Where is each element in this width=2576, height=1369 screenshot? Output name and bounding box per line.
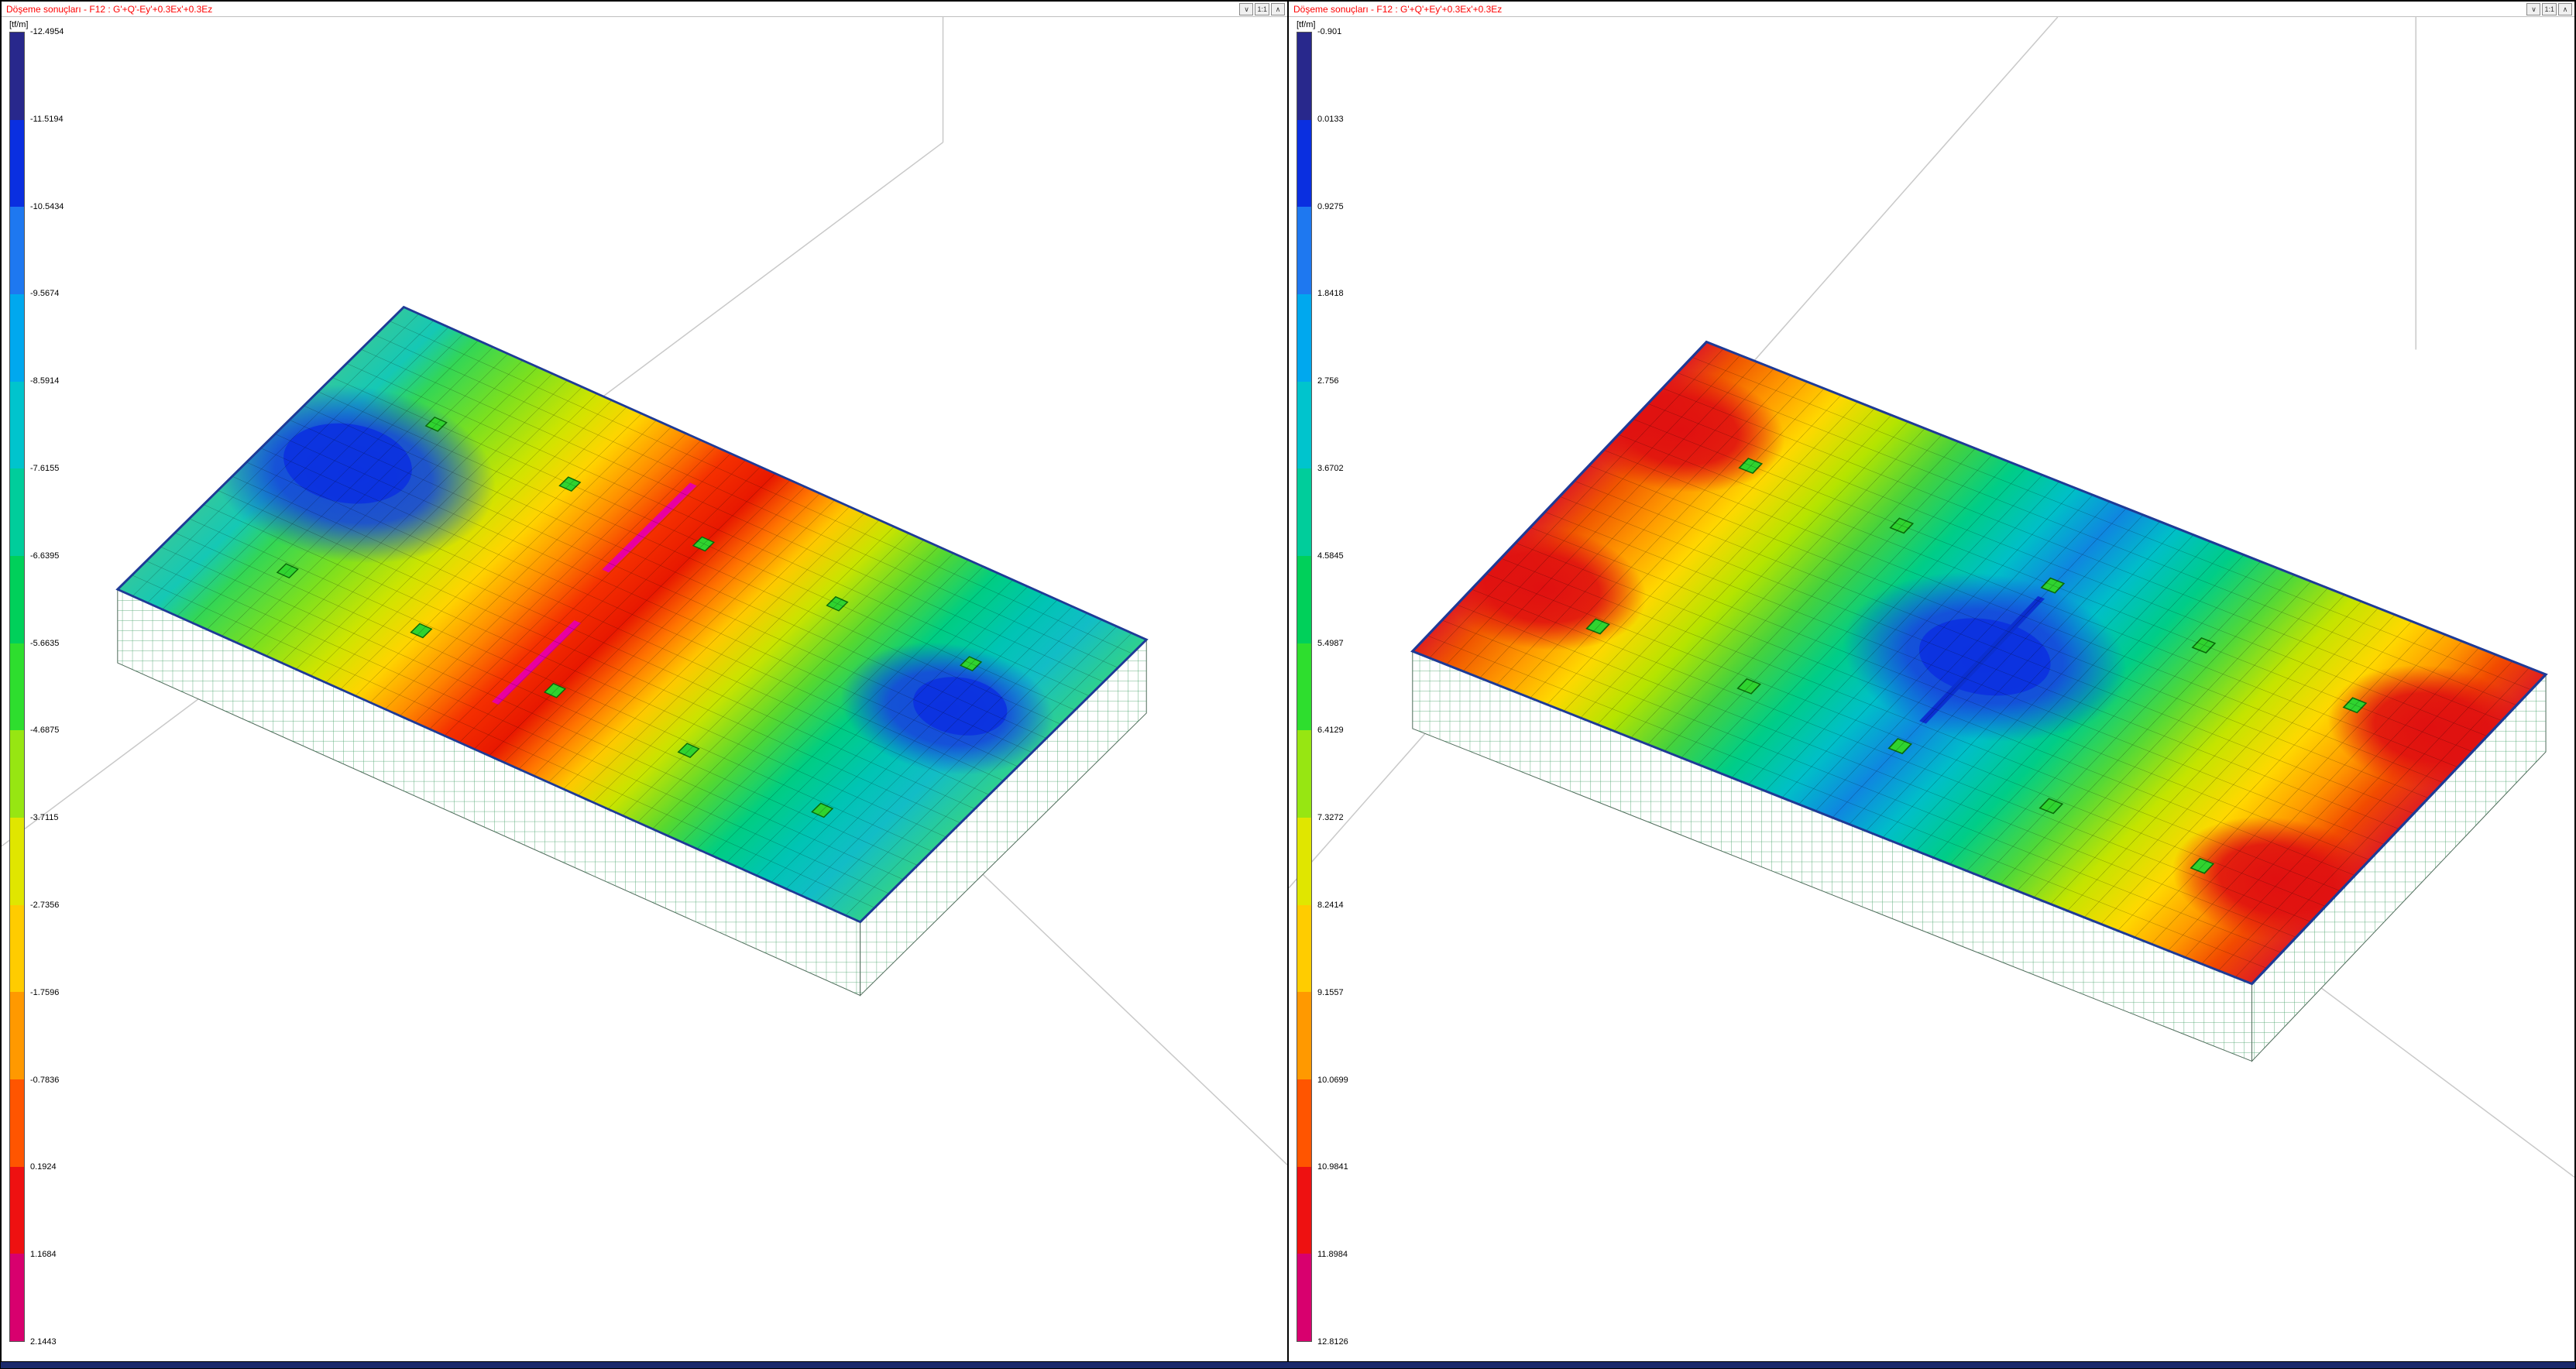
legend-color-segment xyxy=(10,643,24,731)
legend-tick-label: -4.6875 xyxy=(30,726,59,735)
window-button-expand[interactable]: ∧ xyxy=(1271,3,1285,15)
legend-color-bar xyxy=(9,32,25,1342)
window-button-collapse[interactable]: ∨ xyxy=(2526,3,2540,15)
legend-tick-label: 12.8126 xyxy=(1317,1337,1348,1347)
legend-color-segment xyxy=(1297,1167,1311,1254)
legend-color-segment xyxy=(10,905,24,993)
legend-tick-label: 6.4129 xyxy=(1317,726,1344,735)
result-panels: Döşeme sonuçları - F12 : G'+Q'-Ey'+0.3Ex… xyxy=(1,1,2575,1362)
window-controls: ∨ 1:1 ∧ xyxy=(1239,3,1285,15)
legend-color-segment xyxy=(10,818,24,905)
legend-bar-wrap: -0.9010.01330.92751.84182.7563.67024.584… xyxy=(1297,32,1315,1342)
legend-tick-label: 4.5845 xyxy=(1317,551,1344,561)
legend-color-segment xyxy=(10,1079,24,1167)
model-viewport-left[interactable]: [tf/m] -12.4954-11.5194-10.5434-9.5674-8… xyxy=(2,17,1287,1361)
legend-color-segment xyxy=(10,556,24,643)
legend-unit: [tf/m] xyxy=(9,20,28,29)
legend-tick-label: -11.5194 xyxy=(30,115,64,124)
legend-bar-wrap: -12.4954-11.5194-10.5434-9.5674-8.5914-7… xyxy=(9,32,28,1342)
legend-tick-label: -0.901 xyxy=(1317,27,1341,36)
legend-color-segment xyxy=(10,468,24,556)
legend-labels: -0.9010.01330.92751.84182.7563.67024.584… xyxy=(1317,32,1379,1342)
legend-color-segment xyxy=(1297,33,1311,120)
legend-color-segment xyxy=(1297,382,1311,469)
window-button-scale[interactable]: 1:1 xyxy=(2542,3,2557,15)
legend-tick-label: 0.1924 xyxy=(30,1162,57,1172)
legend-color-segment xyxy=(1297,207,1311,294)
color-scale-legend: [tf/m] -0.9010.01330.92751.84182.7563.67… xyxy=(1297,20,1315,1342)
legend-tick-label: -9.5674 xyxy=(30,289,59,298)
window-button-expand[interactable]: ∧ xyxy=(2558,3,2572,15)
legend-tick-label: 8.2414 xyxy=(1317,901,1344,910)
legend-color-segment xyxy=(1297,1079,1311,1167)
window-title: Döşeme sonuçları - F12 : G'+Q'-Ey'+0.3Ex… xyxy=(6,4,212,15)
model-scene-right[interactable] xyxy=(1289,17,2574,1361)
legend-color-segment xyxy=(1297,730,1311,818)
legend-color-segment xyxy=(10,992,24,1079)
legend-tick-label: -0.7836 xyxy=(30,1076,59,1085)
window-title: Döşeme sonuçları - F12 : G'+Q'+Ey'+0.3Ex… xyxy=(1293,4,1502,15)
legend-tick-label: 2.756 xyxy=(1317,376,1339,386)
legend-tick-label: 3.6702 xyxy=(1317,464,1344,473)
legend-tick-label: 7.3272 xyxy=(1317,813,1344,822)
legend-color-segment xyxy=(10,1167,24,1254)
result-window-right: Döşeme sonuçları - F12 : G'+Q'+Ey'+0.3Ex… xyxy=(1288,1,2575,1362)
legend-tick-label: -10.5434 xyxy=(30,202,64,211)
legend-color-segment xyxy=(10,120,24,208)
window-button-collapse[interactable]: ∨ xyxy=(1239,3,1253,15)
legend-tick-label: -6.6395 xyxy=(30,551,59,561)
window-controls: ∨ 1:1 ∧ xyxy=(2526,3,2572,15)
legend-tick-label: 0.0133 xyxy=(1317,115,1344,124)
legend-tick-label: 1.1684 xyxy=(30,1250,57,1259)
legend-tick-label: -1.7596 xyxy=(30,988,59,997)
legend-color-segment xyxy=(10,294,24,382)
legend-tick-label: -3.7115 xyxy=(30,813,59,822)
legend-color-segment xyxy=(1297,468,1311,556)
legend-color-segment xyxy=(1297,120,1311,208)
legend-color-segment xyxy=(1297,643,1311,731)
legend-color-segment xyxy=(10,382,24,469)
legend-tick-label: 0.9275 xyxy=(1317,202,1344,211)
legend-tick-label: 11.8984 xyxy=(1317,1250,1348,1259)
legend-color-segment xyxy=(1297,294,1311,382)
color-scale-legend: [tf/m] -12.4954-11.5194-10.5434-9.5674-8… xyxy=(9,20,28,1342)
model-scene-left[interactable] xyxy=(2,17,1287,1361)
legend-color-segment xyxy=(1297,818,1311,905)
bottom-edge-strip xyxy=(1,1362,2575,1368)
window-titlebar[interactable]: Döşeme sonuçları - F12 : G'+Q'+Ey'+0.3Ex… xyxy=(1289,2,2574,17)
legend-tick-label: -5.6635 xyxy=(30,639,59,648)
legend-tick-label: 1.8418 xyxy=(1317,289,1344,298)
legend-tick-label: -7.6155 xyxy=(30,464,59,473)
legend-color-segment xyxy=(1297,1254,1311,1341)
legend-color-segment xyxy=(1297,556,1311,643)
legend-tick-label: 2.1443 xyxy=(30,1337,57,1347)
legend-tick-label: 5.4987 xyxy=(1317,639,1344,648)
result-window-left: Döşeme sonuçları - F12 : G'+Q'-Ey'+0.3Ex… xyxy=(1,1,1288,1362)
model-viewport-right[interactable]: [tf/m] -0.9010.01330.92751.84182.7563.67… xyxy=(1289,17,2574,1361)
application-window: Döşeme sonuçları - F12 : G'+Q'-Ey'+0.3Ex… xyxy=(0,0,2576,1369)
legend-color-segment xyxy=(1297,905,1311,993)
legend-labels: -12.4954-11.5194-10.5434-9.5674-8.5914-7… xyxy=(30,32,92,1342)
legend-color-segment xyxy=(10,1254,24,1341)
legend-color-segment xyxy=(1297,992,1311,1079)
legend-color-segment xyxy=(10,730,24,818)
legend-tick-label: 10.9841 xyxy=(1317,1162,1348,1172)
legend-tick-label: -8.5914 xyxy=(30,376,59,386)
legend-color-bar xyxy=(1297,32,1312,1342)
legend-tick-label: -12.4954 xyxy=(30,27,64,36)
window-titlebar[interactable]: Döşeme sonuçları - F12 : G'+Q'-Ey'+0.3Ex… xyxy=(2,2,1287,17)
window-button-scale[interactable]: 1:1 xyxy=(1255,3,1269,15)
legend-color-segment xyxy=(10,207,24,294)
legend-unit: [tf/m] xyxy=(1297,20,1315,29)
legend-tick-label: 10.0699 xyxy=(1317,1076,1348,1085)
legend-tick-label: -2.7356 xyxy=(30,901,59,910)
legend-tick-label: 9.1557 xyxy=(1317,988,1344,997)
legend-color-segment xyxy=(10,33,24,120)
